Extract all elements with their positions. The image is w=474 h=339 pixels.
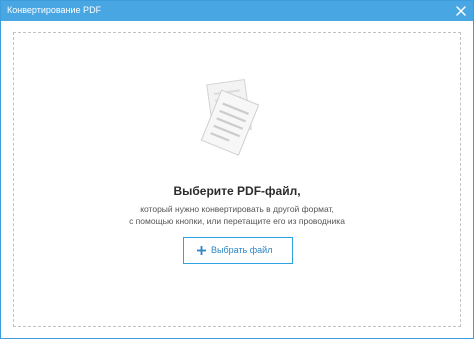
select-file-button-label: Выбрать файл: [211, 245, 273, 255]
convert-pdf-window: Конвертирование PDF Выберите PDF-файл, к…: [0, 0, 474, 339]
drop-zone-heading: Выберите PDF-файл,: [173, 184, 301, 198]
drop-zone-subtitle-line-1: который нужно конвертировать в другой фо…: [140, 204, 334, 214]
documents-icon: [190, 76, 270, 166]
close-icon[interactable]: [454, 4, 468, 18]
drop-zone-subtitle-line-2: с помощью кнопки, или перетащите его из …: [129, 216, 345, 226]
title-bar: Конвертирование PDF: [1, 1, 473, 21]
window-title: Конвертирование PDF: [7, 5, 102, 15]
file-drop-zone[interactable]: Выберите PDF-файл, который нужно конверт…: [13, 32, 461, 327]
plus-icon: [196, 245, 207, 256]
select-file-button[interactable]: Выбрать файл: [183, 237, 293, 264]
